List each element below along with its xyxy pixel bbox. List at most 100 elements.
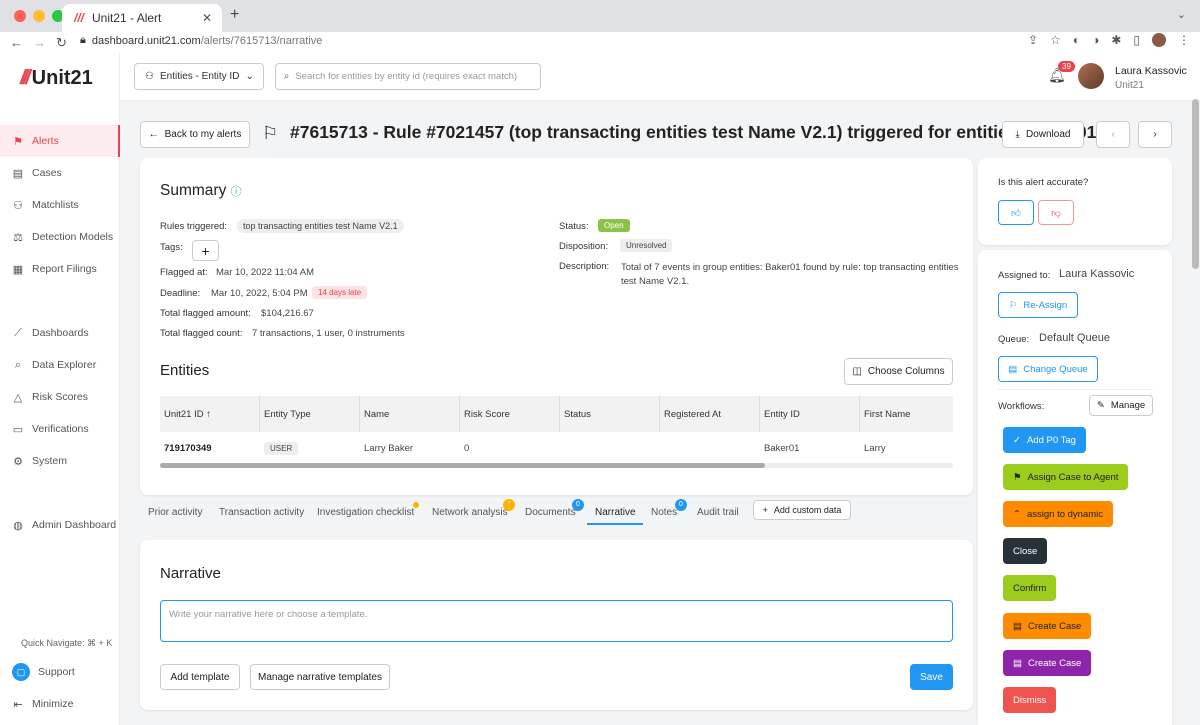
support-button[interactable]: ▢ Support bbox=[0, 656, 120, 688]
change-queue-button[interactable]: ▤ Change Queue bbox=[998, 356, 1098, 382]
check-circle-icon: ✓ bbox=[1013, 434, 1021, 446]
back-arrow-icon[interactable]: ← bbox=[10, 35, 23, 50]
manage-workflows-button[interactable]: ✎ Manage bbox=[1089, 395, 1153, 416]
reload-icon[interactable]: ↻ bbox=[56, 35, 67, 51]
help-icon[interactable]: ⓘ bbox=[231, 186, 242, 198]
manage-templates-button[interactable]: Manage narrative templates bbox=[250, 664, 390, 690]
column-header[interactable]: Status bbox=[560, 396, 660, 432]
accuracy-question: Is this alert accurate? bbox=[998, 177, 1089, 188]
flag-icon: ⚐ bbox=[1008, 299, 1018, 311]
share-icon[interactable]: ⇪ bbox=[1028, 33, 1038, 47]
close-window-button[interactable] bbox=[14, 10, 26, 22]
sidebar-item-risk-scores[interactable]: △ Risk Scores bbox=[0, 381, 120, 413]
add-tag-button[interactable]: + bbox=[192, 240, 219, 261]
tab-narrative[interactable]: Narrative bbox=[595, 507, 636, 518]
save-button[interactable]: Save bbox=[910, 664, 953, 690]
column-header-label: Unit21 ID bbox=[164, 408, 204, 420]
more-menu-icon[interactable]: ⋮ bbox=[1178, 33, 1190, 47]
browser-tab[interactable]: /// Unit21 - Alert ✕ bbox=[62, 4, 222, 32]
sidebar-item-report-filings[interactable]: ▦ Report Filings bbox=[0, 253, 120, 285]
extension-icon[interactable]: ◑ bbox=[1092, 33, 1099, 47]
sidebar-item-cases[interactable]: ▤ Cases bbox=[0, 157, 120, 189]
sidebar-item-verifications[interactable]: ▭ Verifications bbox=[0, 413, 120, 445]
url-field[interactable]: 🔒︎ dashboard.unit21.com/alerts/7615713/n… bbox=[80, 34, 322, 47]
sidebar-item-matchlists[interactable]: ⚇ Matchlists bbox=[0, 189, 120, 221]
page-scrollbar[interactable] bbox=[1192, 99, 1199, 269]
entity-type-select[interactable]: ⚇ Entities - Entity ID ⌄ bbox=[134, 63, 264, 90]
extension-icon[interactable]: ◐ bbox=[1073, 33, 1080, 47]
next-alert-button[interactable]: › bbox=[1138, 121, 1172, 148]
status-label: Status: bbox=[559, 221, 589, 232]
clipboard-icon: ▤ bbox=[1008, 363, 1018, 375]
search-input[interactable]: ⌕ Search for entities by entity id (requ… bbox=[275, 63, 541, 90]
rules-triggered-label: Rules triggered: bbox=[160, 221, 228, 232]
column-header[interactable]: Unit21 ID ↑ bbox=[160, 396, 260, 432]
table-scrollbar-thumb[interactable] bbox=[160, 463, 765, 468]
sidebar-item-alerts[interactable]: ⚑ Alerts bbox=[0, 125, 120, 157]
workflow-assign-case-to-agent-button[interactable]: ⚑ Assign Case to Agent bbox=[1003, 464, 1129, 490]
reassign-button[interactable]: ⚐ Re-Assign bbox=[998, 292, 1078, 318]
sidebar-item-dashboards[interactable]: ⟋ Dashboards bbox=[0, 317, 120, 349]
sidebar-item-admin-dashboard[interactable]: ◍ Admin Dashboard bbox=[0, 509, 120, 541]
avatar[interactable] bbox=[1078, 63, 1104, 89]
change-queue-label: Change Queue bbox=[1023, 363, 1088, 375]
tab-documents[interactable]: Documents bbox=[525, 507, 576, 518]
back-to-alerts-button[interactable]: ← Back to my alerts bbox=[140, 121, 250, 148]
column-header[interactable]: Risk Score bbox=[460, 396, 560, 432]
workflow-assign-to-dynamic-button[interactable]: ⌃ assign to dynamic bbox=[1003, 501, 1114, 527]
table-cell bbox=[660, 434, 760, 462]
workflow-dismiss-button[interactable]: Dismiss bbox=[1003, 687, 1057, 713]
tab-network-analysis[interactable]: Network analysis bbox=[432, 507, 508, 518]
tab-notes[interactable]: Notes bbox=[651, 507, 677, 518]
alert-tabs: Prior activity Transaction activity Inve… bbox=[140, 499, 973, 527]
thumbs-down-button[interactable]: 👎︎ bbox=[1038, 200, 1074, 225]
column-header[interactable]: Name bbox=[360, 396, 460, 432]
workflow-create-case-button[interactable]: ▤ Create Case bbox=[1003, 613, 1092, 639]
column-header[interactable]: Entity Type bbox=[260, 396, 360, 432]
minimize-window-button[interactable] bbox=[33, 10, 45, 22]
sidebar-icon[interactable]: ▯ bbox=[1133, 33, 1140, 47]
workflow-confirm-button[interactable]: Confirm bbox=[1003, 575, 1057, 601]
sidebar-item-system[interactable]: ⚙ System bbox=[0, 445, 120, 477]
table-scrollbar[interactable] bbox=[160, 463, 953, 468]
table-cell: 0 bbox=[464, 442, 470, 454]
workflow-create-case-button[interactable]: ▤ Create Case bbox=[1003, 650, 1092, 676]
pencil-icon: ✎ bbox=[1096, 400, 1105, 411]
tab-audit-trail[interactable]: Audit trail bbox=[697, 507, 739, 518]
workflow-close-button[interactable]: Close bbox=[1003, 538, 1048, 564]
new-tab-button[interactable]: + bbox=[230, 6, 239, 24]
workflow-add-p0-tag-button[interactable]: ✓ Add P0 Tag bbox=[1003, 427, 1086, 453]
puzzle-icon[interactable]: ✱ bbox=[1111, 33, 1121, 47]
forward-arrow-icon[interactable]: → bbox=[33, 35, 46, 50]
bookmark-star-icon[interactable]: ☆ bbox=[1050, 33, 1061, 47]
column-header[interactable]: Entity ID bbox=[760, 396, 860, 432]
sidebar-item-detection-models[interactable]: ⚖ Detection Models bbox=[0, 221, 120, 253]
table-cell[interactable]: 719170349 bbox=[160, 434, 260, 462]
add-custom-data-button[interactable]: + Add custom data bbox=[753, 500, 851, 520]
chevrons-up-icon: ⌃ bbox=[1013, 508, 1021, 520]
previous-alert-button[interactable]: ‹ bbox=[1096, 121, 1130, 148]
tab-menu-chevron-icon[interactable]: ⌄ bbox=[1177, 8, 1186, 21]
disposition-badge: Unresolved bbox=[620, 239, 673, 252]
profile-avatar[interactable] bbox=[1152, 33, 1166, 47]
thumbs-up-button[interactable]: 👍︎ bbox=[998, 200, 1034, 225]
rule-chip[interactable]: top transacting entities test Name V2.1 bbox=[237, 219, 404, 233]
choose-columns-button[interactable]: ◫ Choose Columns bbox=[844, 358, 953, 385]
tab-prior-activity[interactable]: Prior activity bbox=[148, 507, 202, 518]
add-template-button[interactable]: Add template bbox=[160, 664, 240, 690]
active-tab-indicator bbox=[587, 523, 643, 525]
close-tab-icon[interactable]: ✕ bbox=[202, 11, 212, 25]
sidebar-item-data-explorer[interactable]: ⌕ Data Explorer bbox=[0, 349, 120, 381]
id-card-icon: ▭ bbox=[12, 423, 24, 436]
tab-transaction-activity[interactable]: Transaction activity bbox=[219, 507, 304, 518]
plus-icon: + bbox=[201, 242, 210, 259]
amount-label: Total flagged amount: bbox=[160, 308, 251, 319]
tab-investigation-checklist[interactable]: Investigation checklist bbox=[317, 507, 414, 518]
unit21-logo[interactable]: /// Unit21 bbox=[20, 67, 93, 90]
download-button[interactable]: ⤓ Download bbox=[1002, 121, 1084, 148]
column-header[interactable]: Registered At bbox=[660, 396, 760, 432]
narrative-textarea[interactable]: Write your narrative here or choose a te… bbox=[160, 600, 953, 642]
column-header[interactable]: First Name bbox=[860, 396, 953, 432]
minimize-button[interactable]: ⇤ Minimize bbox=[0, 688, 120, 720]
download-label: Download bbox=[1025, 129, 1071, 140]
